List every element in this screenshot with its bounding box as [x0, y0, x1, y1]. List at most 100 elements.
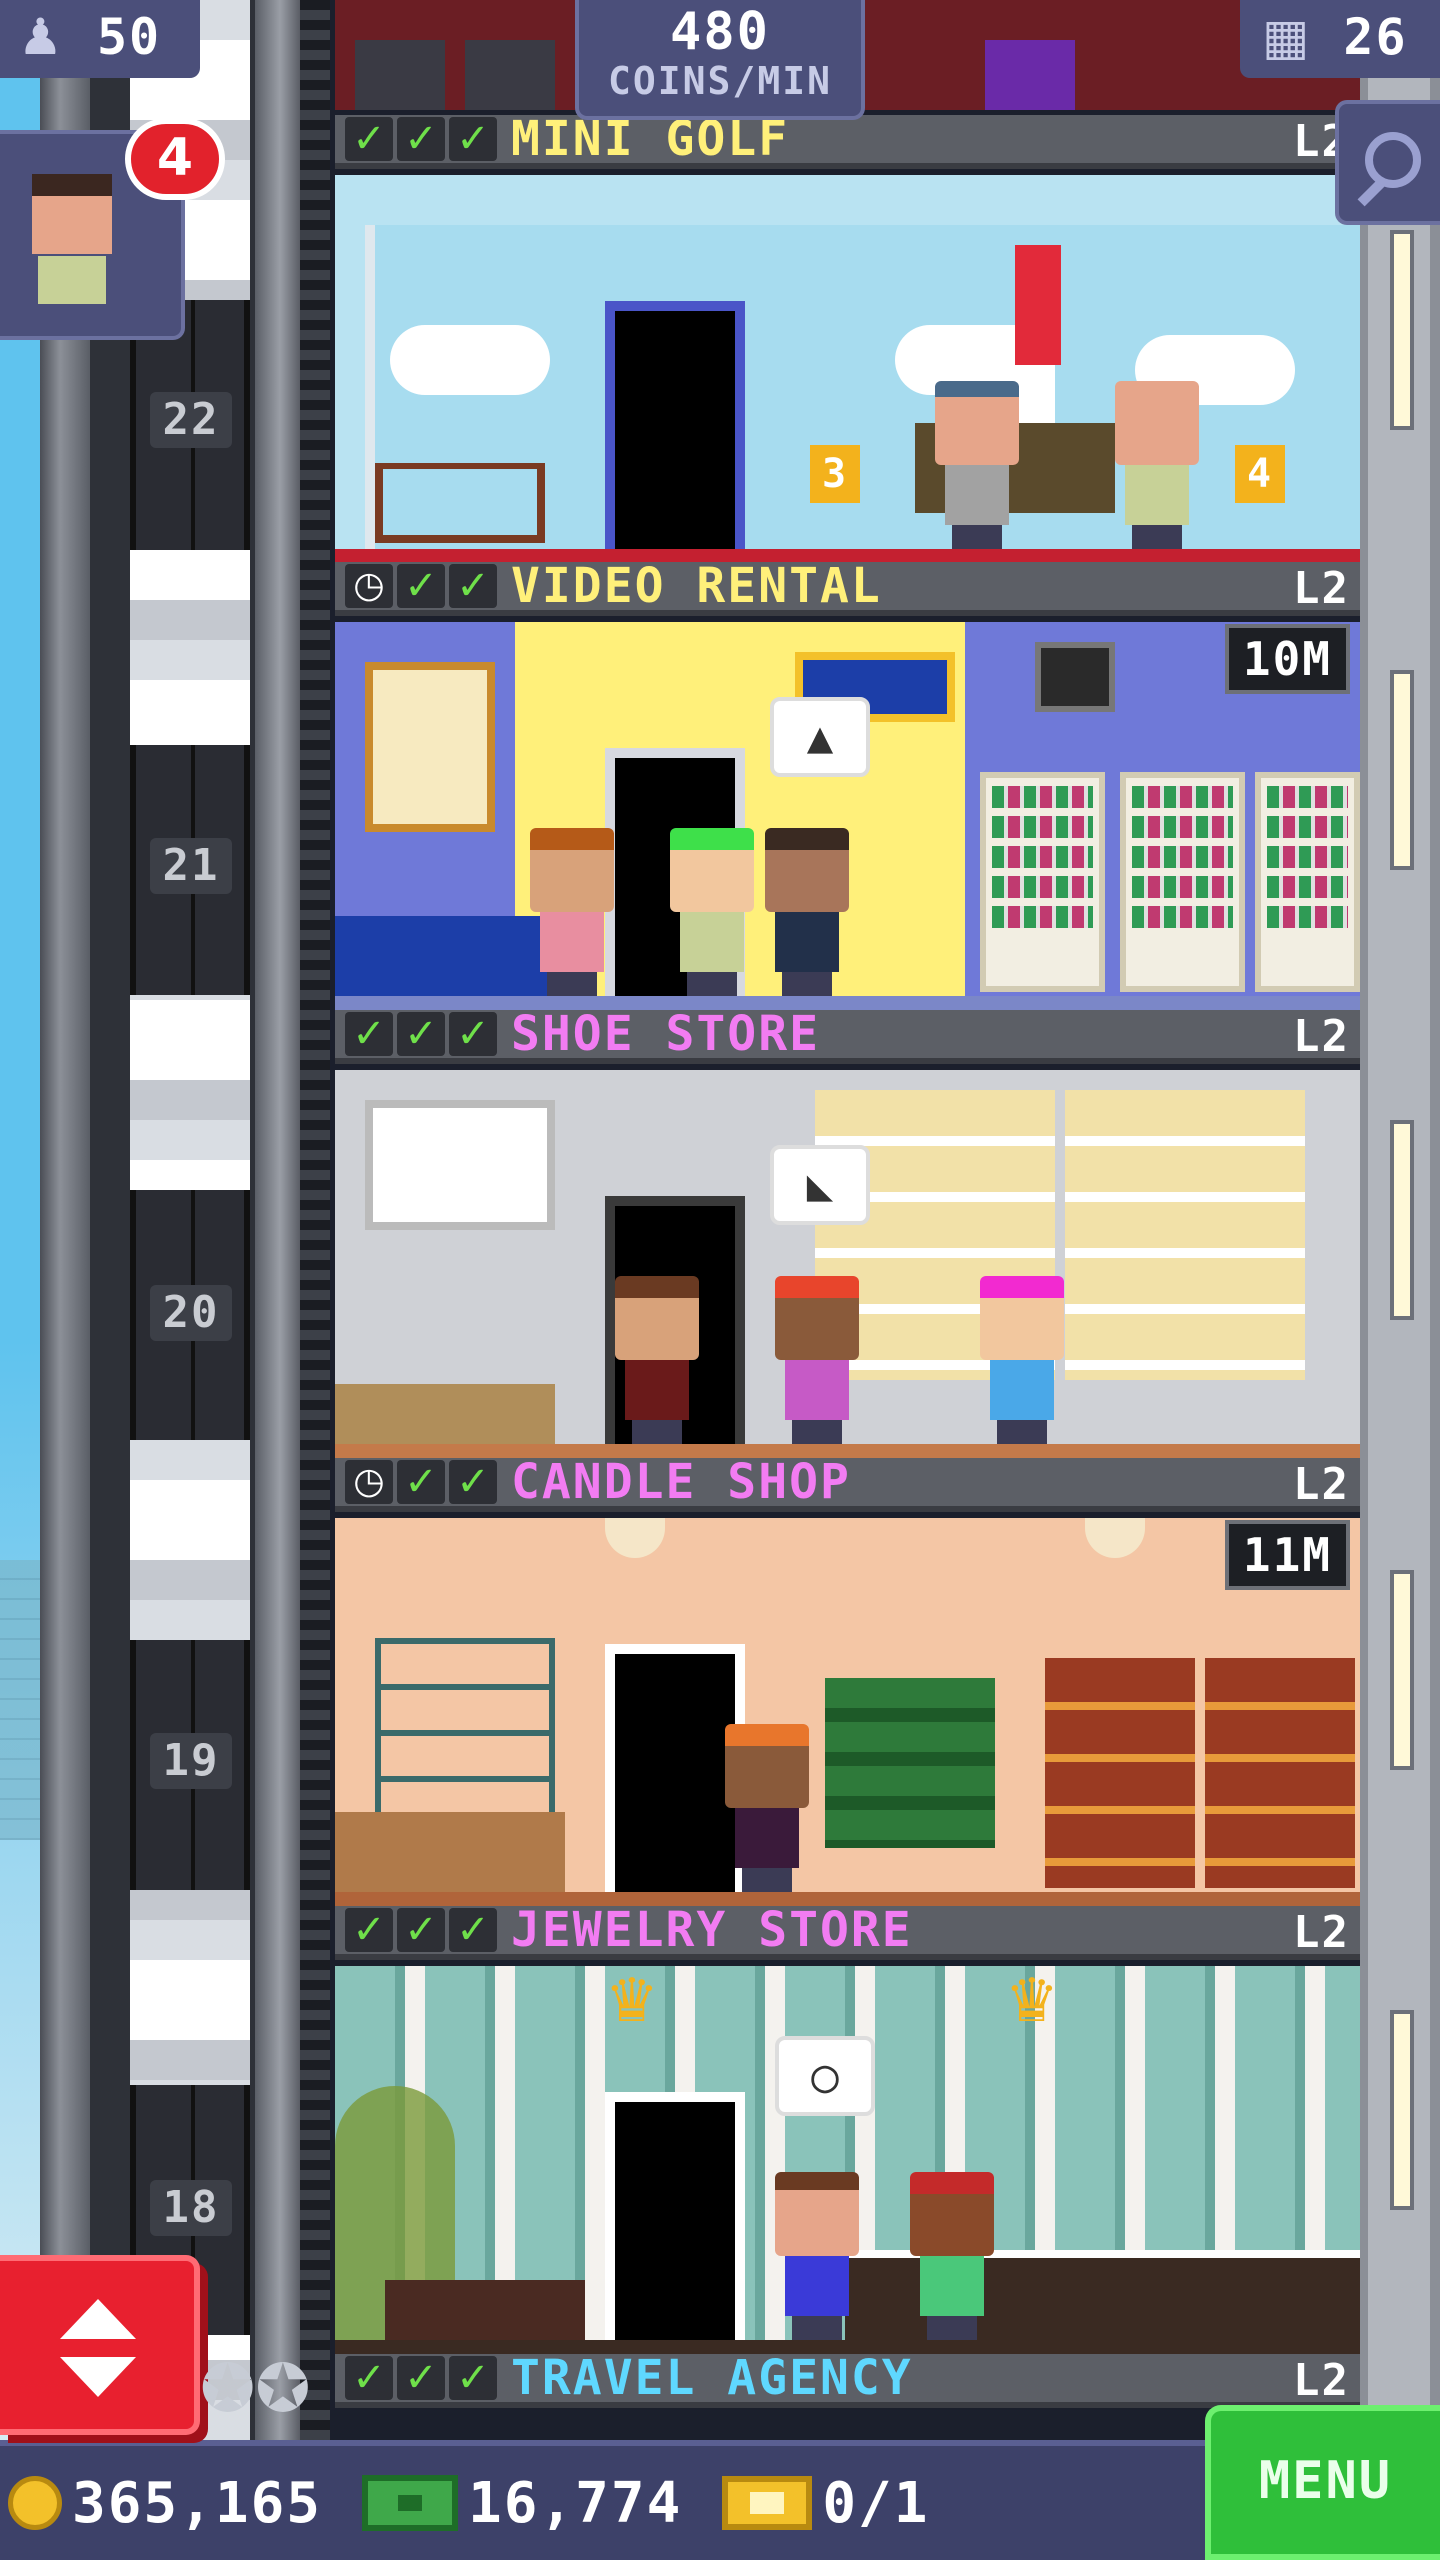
check-icon: ✓ [345, 2356, 393, 2400]
room-interior[interactable] [335, 1518, 1360, 1906]
video-shelf [980, 772, 1105, 992]
room-interior[interactable]: ▲ [335, 622, 1360, 1010]
bitizen[interactable] [775, 2172, 859, 2340]
movie-icon: ▲ [806, 712, 834, 763]
population-counter[interactable]: ♟ 50 [0, 0, 200, 78]
floor-level: L2 [1293, 1011, 1350, 1062]
floor-status-icons: ◷ ✓ ✓ [345, 1460, 497, 1504]
shoe-bench [335, 1384, 555, 1444]
bitizen[interactable] [530, 828, 614, 996]
ceiling-lamp [1085, 1518, 1145, 1558]
shaft-rail-right [255, 0, 305, 2440]
restock-timer[interactable]: 10M [1224, 624, 1350, 694]
floor-header: ✓ ✓ ✓ MINI GOLF L2 [335, 111, 1360, 169]
arrow-up-icon [60, 2299, 136, 2339]
floor-header: ◷ ✓ ✓ CANDLE SHOP L2 [335, 1454, 1360, 1512]
room-interior[interactable]: ◣ [335, 1070, 1360, 1458]
shaft-rail-left [40, 0, 90, 2440]
bitizen[interactable] [775, 1276, 859, 1444]
search-button[interactable] [1335, 100, 1440, 225]
speech-bubble[interactable]: ▲ [770, 697, 870, 777]
room-interior[interactable]: ♛ ♛ ◯ [335, 1966, 1360, 2354]
bux-icon [362, 2475, 459, 2531]
coins-value: 365,165 [72, 2470, 323, 2536]
floor-header: ✓ ✓ ✓ JEWELRY STORE L2 [335, 1902, 1360, 1960]
floor-name: VIDEO RENTAL [511, 558, 882, 614]
distant-city [0, 1560, 40, 1840]
shop-door [605, 2092, 745, 2342]
bitizen[interactable] [935, 381, 1019, 549]
floor-count-value: 26 [1343, 8, 1408, 66]
floor-jewelry-store[interactable]: ✓ ✓ ✓ JEWELRY STORE L2 ♛ ♛ ◯ [335, 1902, 1360, 2356]
check-icon: ✓ [397, 2356, 445, 2400]
floor-counter[interactable]: ▦ 26 [1240, 0, 1440, 78]
menu-button[interactable]: MENU [1205, 2405, 1440, 2560]
restock-timer[interactable]: 11M [1224, 1520, 1350, 1590]
candle-shelf [1045, 1658, 1195, 1888]
bitizen[interactable] [615, 1276, 699, 1444]
shoe-display-wall [1065, 1090, 1305, 1380]
wall-picture [1035, 642, 1115, 712]
building-icon: ▦ [1262, 8, 1312, 66]
bitizen[interactable] [725, 1724, 809, 1892]
bitizen [985, 40, 1075, 110]
wall-window [1390, 230, 1414, 430]
wall-window [1390, 1120, 1414, 1320]
coin-icon [8, 2476, 62, 2530]
cloud-decor [390, 325, 550, 395]
bux-stat[interactable]: 16,774 [362, 2471, 682, 2536]
floor-candle-shop[interactable]: ◷ ✓ ✓ CANDLE SHOP L2 11M [335, 1454, 1360, 1908]
tickets-stat[interactable]: 0/1 [722, 2471, 929, 2536]
floor-number-22: 22 [150, 392, 232, 448]
necklace-icon: ◯ [811, 2051, 839, 2102]
check-icon: ✓ [449, 117, 497, 161]
candle-rack [375, 1638, 555, 1838]
check-icon: ✓ [397, 117, 445, 161]
check-icon: ✓ [397, 1908, 445, 1952]
bitizen[interactable] [980, 1276, 1064, 1444]
ceiling-lamp [605, 1518, 665, 1558]
check-icon: ✓ [345, 117, 393, 161]
coins-stat[interactable]: 365,165 [8, 2471, 322, 2536]
person-icon: ♟ [18, 8, 65, 66]
check-icon: ✓ [449, 2356, 497, 2400]
floor-shoe-store[interactable]: ✓ ✓ ✓ SHOE STORE L2 ◣ [335, 1006, 1360, 1460]
bitizen[interactable] [765, 828, 849, 996]
check-icon: ✓ [449, 1012, 497, 1056]
jewelry-display-table [385, 2280, 585, 2340]
floor-video-rental[interactable]: ◷ ✓ ✓ VIDEO RENTAL L2 10M ▲ [335, 558, 1360, 1012]
floor-number-20: 20 [150, 1285, 232, 1341]
wall-window [1390, 670, 1414, 870]
floor-number-19: 19 [150, 1733, 232, 1789]
wall-window [1390, 2010, 1414, 2210]
floor-mini-golf[interactable]: ✓ ✓ ✓ MINI GOLF L2 3 4 [335, 111, 1360, 565]
bitizen[interactable] [1115, 381, 1199, 549]
floor-number-18: 18 [150, 2180, 232, 2236]
speech-bubble[interactable]: ◯ [775, 2036, 875, 2116]
check-icon: ✓ [345, 1908, 393, 1952]
hole-sign-4: 4 [1235, 445, 1285, 503]
visitor-avatar [32, 174, 112, 254]
floor-status-icons: ✓ ✓ ✓ [345, 2356, 497, 2400]
check-icon: ✓ [397, 1460, 445, 1504]
floor-status-icons: ✓ ✓ ✓ [345, 117, 497, 161]
wall-window [1390, 1570, 1414, 1770]
arrow-down-icon [60, 2357, 136, 2397]
elevator-button[interactable] [0, 2255, 200, 2435]
speech-bubble[interactable]: ◣ [770, 1145, 870, 1225]
visitor-avatar-body [38, 256, 106, 304]
income-rate-panel[interactable]: 480 COINS/MIN [575, 0, 865, 120]
floor-name: JEWELRY STORE [511, 1902, 913, 1958]
clock-icon: ◷ [345, 1460, 393, 1504]
bitizen[interactable] [670, 828, 754, 996]
theater-seat [465, 40, 555, 110]
floor-level: L2 [1293, 1459, 1350, 1510]
check-icon: ✓ [345, 1012, 393, 1056]
check-icon: ✓ [449, 1460, 497, 1504]
room-interior[interactable]: 3 4 [335, 175, 1360, 563]
check-icon: ✓ [397, 564, 445, 608]
visitor-count-badge: 4 [125, 118, 225, 200]
shop-counter [335, 1812, 565, 1892]
bitizen[interactable] [910, 2172, 994, 2340]
shoe-icon: ◣ [806, 1160, 834, 1211]
